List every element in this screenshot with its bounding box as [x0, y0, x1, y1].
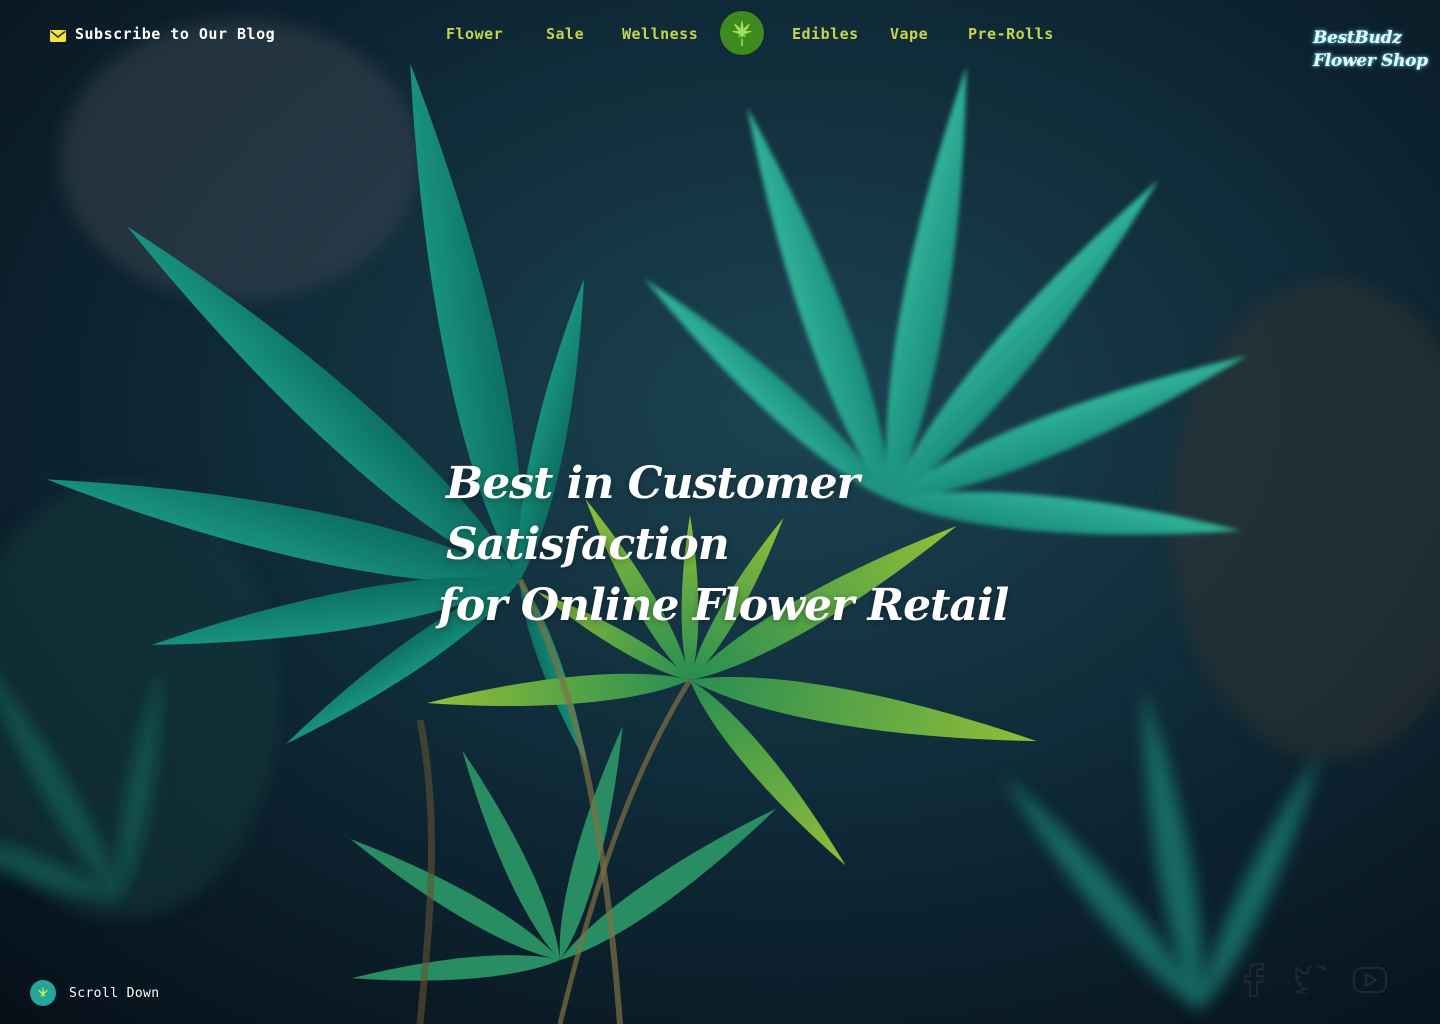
nav-item-pre-rolls[interactable]: Pre-Rolls [968, 25, 1054, 43]
nav-item-edibles[interactable]: Edibles [792, 25, 859, 43]
nav-item-flower[interactable]: Flower [446, 25, 503, 43]
hero-headline-line1: Best in Customer Satisfaction [446, 458, 860, 570]
hero-headline-line2: for Online Flower Retail [438, 580, 1009, 631]
facebook-icon[interactable] [1236, 962, 1272, 998]
brand-name: BestBudz [1313, 28, 1402, 48]
social-links [1236, 962, 1388, 998]
cannabis-leaf-icon [731, 20, 753, 46]
home-logo-button[interactable] [720, 11, 764, 55]
twitter-icon[interactable] [1294, 962, 1330, 998]
scroll-leaf-icon [30, 980, 56, 1006]
hero-headline: Best in Customer Satisfaction for Online… [438, 453, 1138, 636]
brand-logo[interactable]: BestBudz Flower Shop [1313, 27, 1428, 73]
youtube-icon[interactable] [1352, 962, 1388, 998]
nav-item-vape[interactable]: Vape [890, 25, 928, 43]
main-navigation: Flower Sale Wellness Edibles Vape Pre-Ro… [0, 0, 1440, 70]
nav-item-wellness[interactable]: Wellness [622, 25, 698, 43]
scroll-down-button[interactable]: Scroll Down [30, 980, 160, 1006]
nav-item-sale[interactable]: Sale [546, 25, 584, 43]
brand-tagline: Flower Shop [1313, 51, 1428, 71]
scroll-down-label: Scroll Down [69, 985, 160, 1001]
